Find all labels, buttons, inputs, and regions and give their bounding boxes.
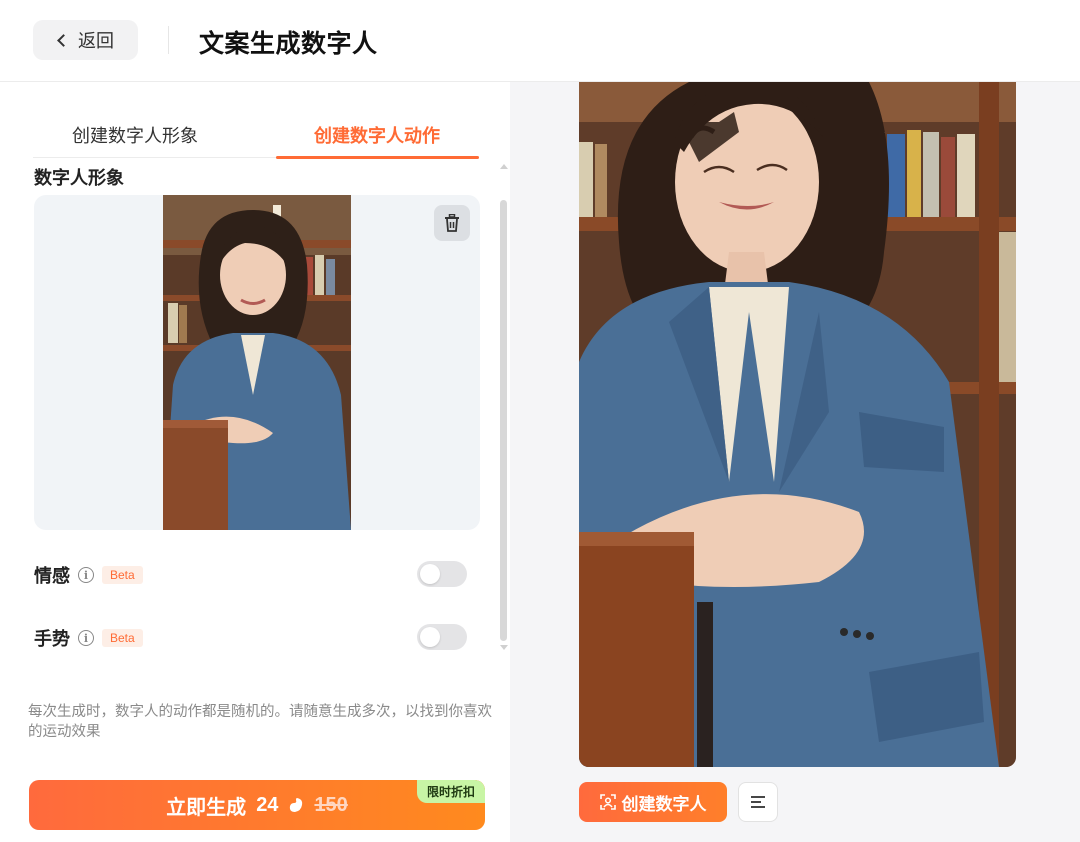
beta-badge: Beta <box>102 629 143 647</box>
header-divider <box>168 26 169 54</box>
face-scan-icon <box>599 794 616 810</box>
gesture-label: 手势 <box>34 629 70 649</box>
generate-price: 24 <box>256 793 279 816</box>
create-button-label: 创建数字人 <box>621 794 707 814</box>
scroll-thumb[interactable] <box>500 200 507 641</box>
scroll-down-arrow-icon[interactable] <box>500 645 508 650</box>
avatar-thumbnail <box>163 195 351 530</box>
left-scrollbar[interactable] <box>498 164 508 664</box>
active-tab-indicator <box>276 156 479 159</box>
back-button-label: 返回 <box>78 31 114 51</box>
more-options-button[interactable] <box>738 782 778 822</box>
delete-avatar-button[interactable] <box>434 205 470 241</box>
avatar-section-title: 数字人形象 <box>34 168 124 188</box>
avatar-preview-image <box>579 82 1016 767</box>
beta-badge: Beta <box>102 566 143 584</box>
gesture-toggle[interactable] <box>417 624 467 650</box>
promo-tag: 限时折扣 <box>416 780 485 803</box>
chevron-left-icon <box>57 33 70 47</box>
bean-coin-icon <box>290 798 303 812</box>
tab-bar: 创建数字人形象 创建数字人动作 <box>33 104 479 159</box>
left-panel: 创建数字人形象 创建数字人动作 数字人形象 情感 i Beta 手势 i Bet… <box>0 82 510 842</box>
original-price: 150 <box>314 793 348 816</box>
option-gesture: 手势 i Beta <box>34 625 143 651</box>
avatar-upload-box[interactable] <box>34 195 480 530</box>
generate-now-button[interactable]: 立即生成 24 150 限时折扣 <box>29 780 485 830</box>
top-bar: 返回 文案生成数字人 <box>0 0 1080 82</box>
option-emotion: 情感 i Beta <box>34 562 143 588</box>
right-panel: 创建数字人 <box>510 82 1080 842</box>
menu-lines-icon <box>751 796 765 808</box>
toggle-knob <box>420 627 440 647</box>
scroll-up-arrow-icon[interactable] <box>500 164 508 169</box>
info-icon[interactable]: i <box>78 567 94 583</box>
page-title: 文案生成数字人 <box>199 30 378 58</box>
back-button[interactable]: 返回 <box>33 20 138 60</box>
toggle-knob <box>420 564 440 584</box>
generate-label: 立即生成 <box>166 796 247 819</box>
create-digital-human-button[interactable]: 创建数字人 <box>579 782 727 822</box>
info-icon[interactable]: i <box>78 630 94 646</box>
emotion-label: 情感 <box>34 566 70 586</box>
tab-create-avatar[interactable]: 创建数字人形象 <box>72 122 198 148</box>
emotion-toggle[interactable] <box>417 561 467 587</box>
trash-icon <box>445 214 459 232</box>
generation-hint: 每次生成时，数字人的动作都是随机的。请随意生成多次，以找到你喜欢的运动效果 <box>28 704 492 740</box>
tab-create-motion[interactable]: 创建数字人动作 <box>314 122 440 148</box>
